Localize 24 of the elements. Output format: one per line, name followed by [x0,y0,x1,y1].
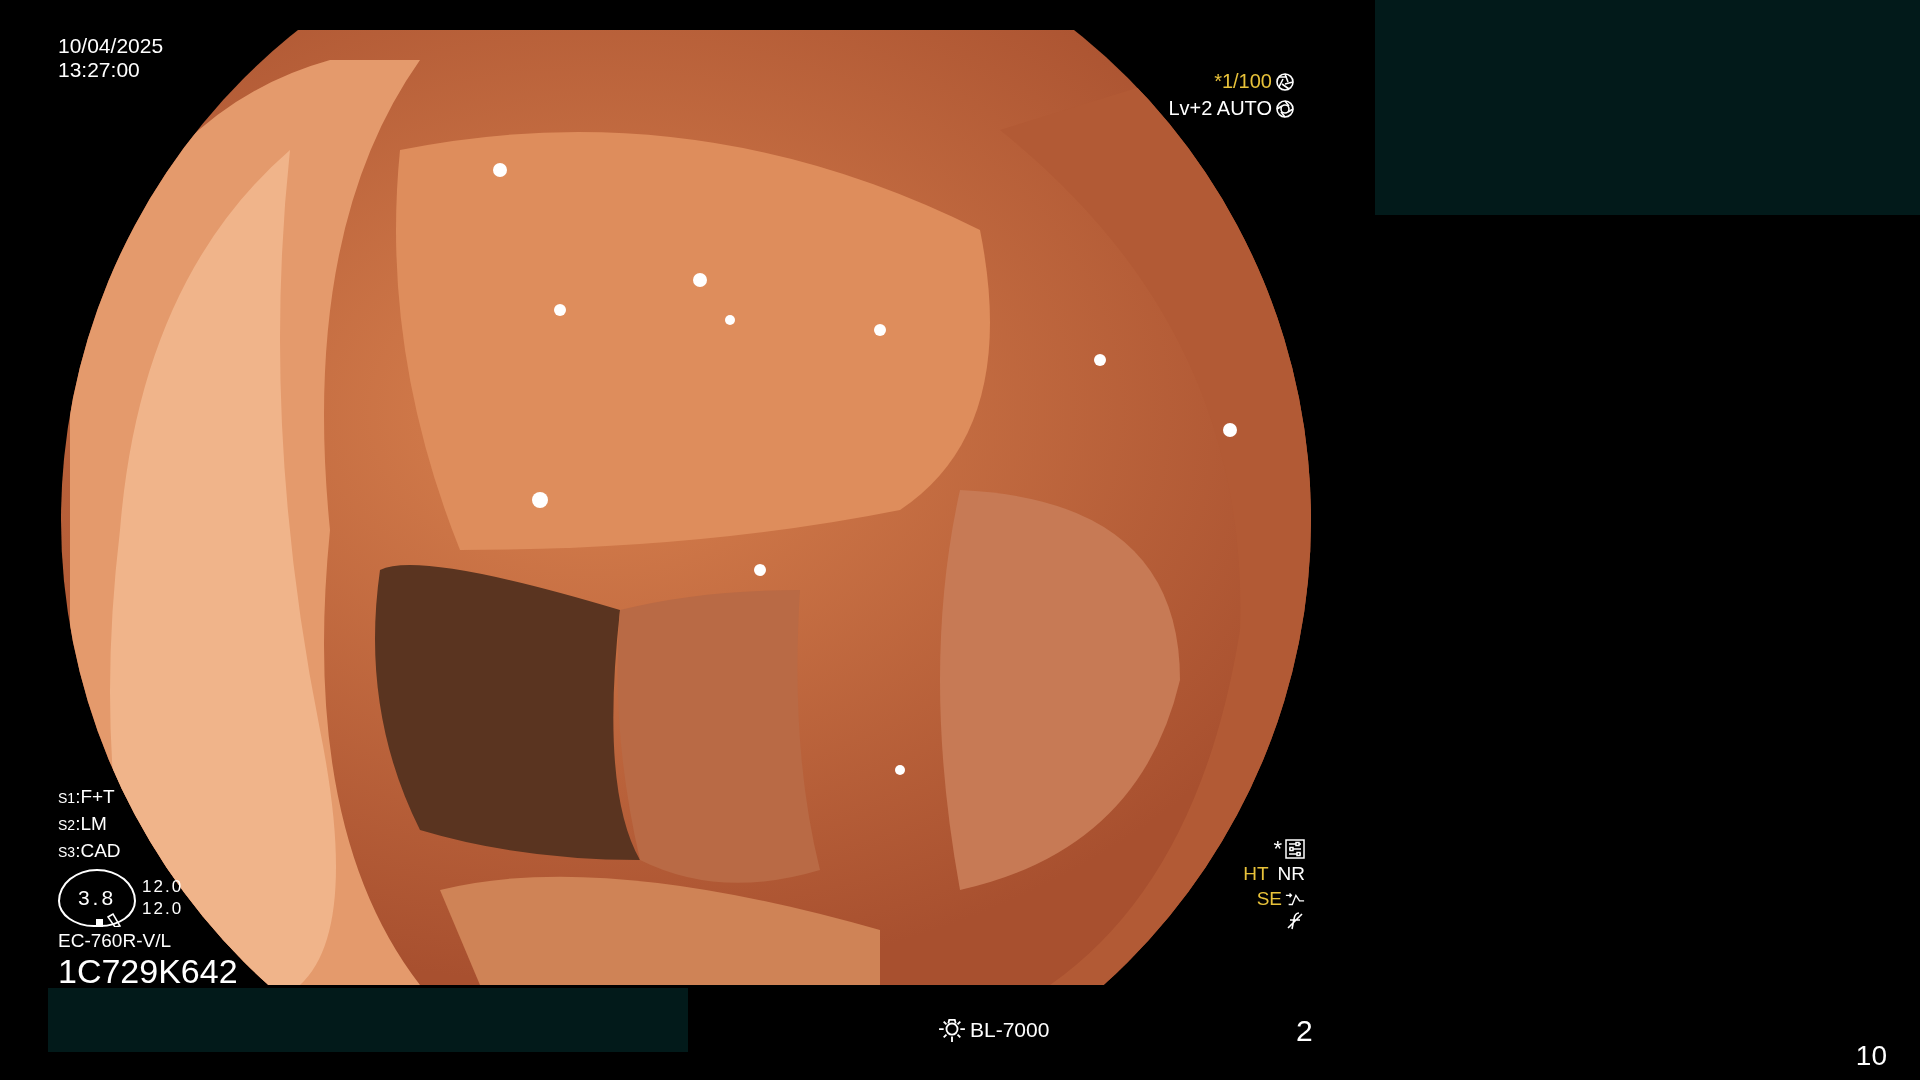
setting-text: S3:CAD [58,840,121,861]
mark-text: * [1273,836,1282,861]
brightness-text: Lv+2 AUTO [1168,96,1272,121]
date-text: 10/04/2025 [58,34,164,58]
lamp-icon [938,1018,966,1042]
reading-text: 12.0 [142,898,184,920]
mode-text: SE [1256,887,1282,911]
mode-text: NR [1277,862,1305,886]
serial-number: 1C729K642 [58,953,238,989]
setting-text: S1:F+T [58,786,115,807]
aperture-icon [1275,71,1295,92]
light-source-text: BL-7000 [970,1018,1050,1042]
scope-model: EC-760R-V/L [58,929,172,953]
frame-count: 10 [1855,1040,1887,1072]
time-text: 13:27:00 [58,58,141,82]
reading-text: 12.0 [142,876,184,898]
shutter-text: *1/100 [1214,69,1272,94]
page-number: 2 [1296,1014,1313,1048]
iris-icon [1275,98,1295,119]
setting-text: S2:LM [58,813,107,834]
function-icon [1285,911,1305,931]
scope-gauge: 3.8 [58,869,136,927]
mode-text: HT [1243,862,1269,886]
sliders-icon [1285,838,1305,859]
